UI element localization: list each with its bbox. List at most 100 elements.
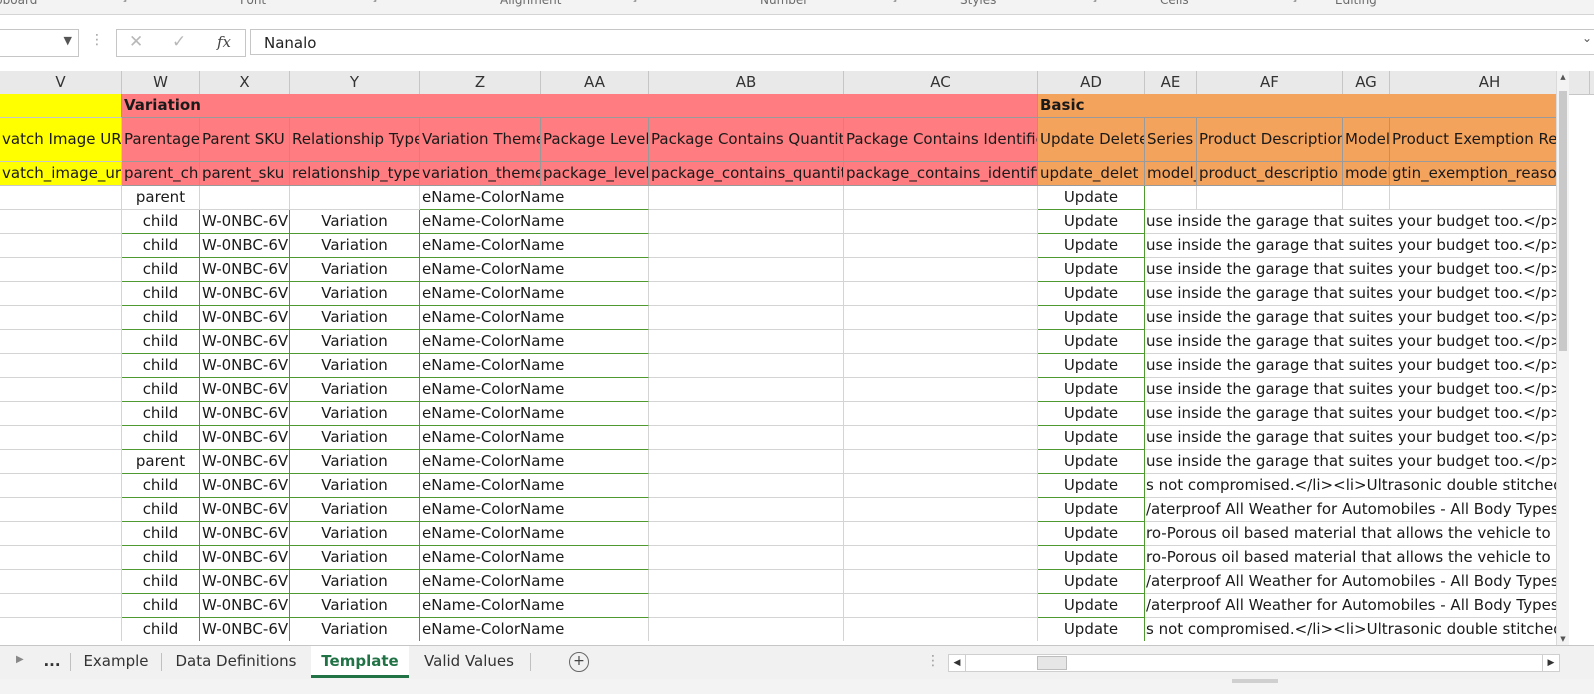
scroll-left-icon[interactable]: ◀	[949, 655, 966, 671]
column-header-ae[interactable]: AE	[1145, 71, 1197, 94]
section-header-cell[interactable]	[0, 94, 122, 118]
scroll-down-icon[interactable]: ▼	[1557, 633, 1569, 645]
cell-empty[interactable]	[0, 186, 122, 210]
product-description-cell[interactable]: use inside the garage that suites your b…	[1145, 402, 1556, 426]
relationship-type-cell[interactable]: Variation	[290, 570, 420, 594]
cell-empty[interactable]	[1197, 186, 1343, 210]
update-delete-cell[interactable]: Update	[1038, 330, 1145, 354]
cell-empty[interactable]	[844, 402, 1038, 426]
product-description-cell[interactable]: /aterproof All Weather for Automobiles -…	[1145, 594, 1556, 618]
worksheet-grid[interactable]: Variation Basic vatch Image URL Parentage Pa…	[0, 94, 1556, 641]
field-key-cell[interactable]: parent_ch	[122, 162, 200, 186]
field-key-cell[interactable]: update_delet	[1038, 162, 1145, 186]
relationship-type-cell[interactable]: Variation	[290, 594, 420, 618]
cell-empty[interactable]	[0, 210, 122, 234]
variation-theme-cell[interactable]: eName-ColorName	[420, 570, 649, 594]
update-delete-cell[interactable]: Update	[1038, 402, 1145, 426]
cell-empty[interactable]	[649, 498, 844, 522]
variation-theme-cell[interactable]: eName-ColorName	[420, 474, 649, 498]
product-description-cell[interactable]: ro-Porous oil based material that allows…	[1145, 522, 1556, 546]
scroll-right-icon[interactable]: ▶	[1542, 655, 1559, 671]
relationship-type-cell[interactable]: Variation	[290, 426, 420, 450]
variation-theme-cell[interactable]: eName-ColorName	[420, 354, 649, 378]
cell-empty[interactable]	[649, 618, 844, 641]
parent-sku-cell[interactable]: W-0NBC-6V!	[200, 354, 290, 378]
relationship-type-cell[interactable]: Variation	[290, 498, 420, 522]
cell-empty[interactable]	[844, 522, 1038, 546]
cell-empty[interactable]	[844, 210, 1038, 234]
cell-empty[interactable]	[844, 570, 1038, 594]
update-delete-cell[interactable]: Update	[1038, 498, 1145, 522]
cell-empty[interactable]	[0, 546, 122, 570]
update-delete-cell[interactable]: Update	[1038, 474, 1145, 498]
parentage-cell[interactable]: child	[122, 522, 200, 546]
cell-empty[interactable]	[844, 594, 1038, 618]
tab-template[interactable]: Template	[311, 646, 409, 678]
cell-empty[interactable]	[844, 618, 1038, 641]
column-header-x[interactable]: X	[200, 71, 290, 94]
parentage-cell[interactable]: parent	[122, 186, 200, 210]
cell-empty[interactable]	[844, 330, 1038, 354]
section-header-cell[interactable]	[541, 94, 649, 118]
relationship-type-cell[interactable]: Variation	[290, 258, 420, 282]
field-label-cell[interactable]: Update Delete	[1038, 118, 1145, 162]
cell-empty[interactable]	[649, 426, 844, 450]
parent-sku-cell[interactable]: W-0NBC-6V!	[200, 258, 290, 282]
cell-empty[interactable]	[0, 306, 122, 330]
field-label-cell[interactable]: Product Exemption Re	[1390, 118, 1556, 162]
parent-sku-cell[interactable]: W-0NBC-6V!	[200, 474, 290, 498]
field-label-cell[interactable]: Relationship Type	[290, 118, 420, 162]
parentage-cell[interactable]: child	[122, 378, 200, 402]
parentage-cell[interactable]: child	[122, 498, 200, 522]
cell-empty[interactable]	[0, 282, 122, 306]
parent-sku-cell[interactable]: W-0NBC-6V!	[200, 330, 290, 354]
check-icon[interactable]: ✓	[172, 32, 186, 52]
cell-empty[interactable]	[0, 474, 122, 498]
parent-sku-cell[interactable]: W-0NBC-6V!	[200, 402, 290, 426]
field-key-cell[interactable]: product_descriptio	[1197, 162, 1343, 186]
tab-scroll-right-icon[interactable]: ▶	[16, 654, 24, 665]
field-label-cell[interactable]: vatch Image URL	[0, 118, 122, 162]
tab-more[interactable]: ...	[38, 646, 66, 677]
cell-empty[interactable]	[0, 426, 122, 450]
plus-circle-icon[interactable]: +	[569, 652, 589, 672]
cell-empty[interactable]	[0, 522, 122, 546]
parentage-cell[interactable]: child	[122, 258, 200, 282]
cell-empty[interactable]	[649, 522, 844, 546]
section-header-cell[interactable]: Basic	[1038, 94, 1145, 118]
product-description-cell[interactable]: use inside the garage that suites your b…	[1145, 234, 1556, 258]
parent-sku-cell[interactable]: W-0NBC-6V!	[200, 282, 290, 306]
cell-empty[interactable]	[844, 234, 1038, 258]
cell-empty[interactable]	[0, 354, 122, 378]
product-description-cell[interactable]: use inside the garage that suites your b…	[1145, 210, 1556, 234]
field-label-cell[interactable]: Parentage	[122, 118, 200, 162]
cell-empty[interactable]	[649, 186, 844, 210]
parent-sku-cell[interactable]: W-0NBC-6V!	[200, 210, 290, 234]
cell-empty[interactable]	[844, 378, 1038, 402]
dialog-launcher-icon[interactable]: ↘	[1090, 0, 1098, 5]
parentage-cell[interactable]: child	[122, 330, 200, 354]
dialog-launcher-icon[interactable]: ↘	[1290, 0, 1298, 5]
parent-sku-cell[interactable]: W-0NBC-6V!	[200, 306, 290, 330]
parentage-cell[interactable]: child	[122, 282, 200, 306]
cell-empty[interactable]	[0, 402, 122, 426]
variation-theme-cell[interactable]: eName-ColorName	[420, 258, 649, 282]
cell-empty[interactable]	[649, 306, 844, 330]
cell-empty[interactable]	[649, 378, 844, 402]
update-delete-cell[interactable]: Update	[1038, 546, 1145, 570]
relationship-type-cell[interactable]	[290, 186, 420, 210]
parent-sku-cell[interactable]: W-0NBC-6V!	[200, 570, 290, 594]
product-description-cell[interactable]: s not compromised.</li><li>Ultrasonic do…	[1145, 618, 1556, 641]
field-key-cell[interactable]: gtin_exemption_reaso	[1390, 162, 1556, 186]
relationship-type-cell[interactable]: Variation	[290, 234, 420, 258]
cell-empty[interactable]	[844, 186, 1038, 210]
cell-empty[interactable]	[1145, 186, 1197, 210]
product-description-cell[interactable]: ro-Porous oil based material that allows…	[1145, 546, 1556, 570]
update-delete-cell[interactable]: Update	[1038, 258, 1145, 282]
variation-theme-cell[interactable]: eName-ColorName	[420, 402, 649, 426]
field-key-cell[interactable]: vatch_image_url	[0, 162, 122, 186]
vertical-scrollbar[interactable]: ▲ ▼	[1556, 71, 1569, 645]
variation-theme-cell[interactable]: eName-ColorName	[420, 234, 649, 258]
parentage-cell[interactable]: child	[122, 474, 200, 498]
update-delete-cell[interactable]: Update	[1038, 282, 1145, 306]
